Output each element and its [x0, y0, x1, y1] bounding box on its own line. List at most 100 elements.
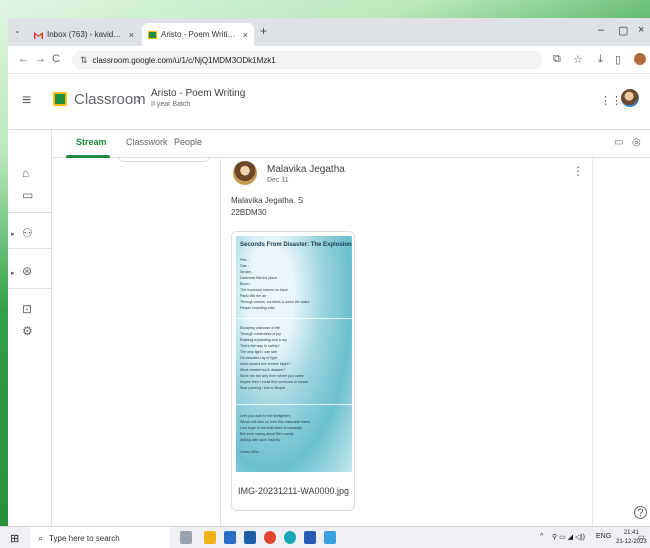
poem-line: Arising with such insanity	[240, 438, 281, 442]
column-divider	[220, 158, 221, 526]
poem-line: Stop pointing ! this is Simple	[240, 386, 286, 390]
maximize-button[interactable]: ▢	[618, 24, 628, 37]
reload-button[interactable]: C	[52, 53, 60, 65]
help-icon[interactable]: ?	[634, 506, 647, 519]
attachment-thumbnail: Seconds From Disaster: The Explosion Fir…	[236, 236, 352, 472]
file-explorer-icon[interactable]	[204, 531, 216, 544]
app-icon[interactable]	[324, 531, 336, 544]
page-divider	[236, 404, 352, 405]
main-menu-icon[interactable]: ≡	[22, 92, 31, 110]
calendar-icon[interactable]: ▭	[614, 137, 623, 148]
close-tab-icon[interactable]: ×	[129, 30, 134, 40]
column-divider	[592, 158, 593, 526]
install-app-icon[interactable]: ⧉	[553, 53, 561, 66]
word-icon[interactable]	[304, 531, 316, 544]
stream-main: Malavika Jegatha Dec 11 ⋮ Malavika Jegat…	[52, 158, 650, 526]
url-bar[interactable]: ⇅ classroom.google.com/u/1/c/NjQ1MDM3ODk…	[72, 51, 542, 69]
expand-arrow-icon[interactable]: ▸	[11, 269, 15, 277]
poem-title: Seconds From Disaster: The Explosion	[240, 242, 352, 248]
store-icon[interactable]	[224, 531, 236, 544]
mail-icon[interactable]	[244, 531, 256, 544]
windows-start-icon[interactable]: ⊞	[10, 532, 19, 545]
notification-icon[interactable]: ▭	[638, 533, 645, 541]
bookmark-star-icon[interactable]: ☆	[573, 53, 583, 66]
sidepanel-icon[interactable]: ▯	[615, 53, 621, 66]
archived-classes-icon[interactable]: ⊡	[22, 302, 32, 316]
tab-people[interactable]: People	[174, 137, 202, 147]
enrolled-classes-icon[interactable]: ⊛	[22, 264, 32, 278]
expand-arrow-icon[interactable]: ▸	[11, 230, 15, 238]
poem-line: What created such disaster?	[240, 368, 286, 372]
poem-line: That's the way to safety?	[240, 344, 280, 348]
poem-line: Move me the way from where you came	[240, 374, 304, 378]
post-author: Malavika Jegatha	[267, 164, 345, 175]
post-text-line: 22BDM30	[231, 208, 267, 217]
post-more-options-icon[interactable]: ⋮	[572, 164, 584, 178]
forward-button[interactable]: →	[35, 53, 46, 65]
new-tab-button[interactable]: +	[260, 24, 267, 38]
poem-line: Through cracks, corridors & down the sta…	[240, 300, 310, 304]
gmail-icon	[34, 31, 43, 39]
rail-divider	[8, 288, 52, 289]
post-date: Dec 11	[267, 177, 289, 184]
language-indicator[interactable]: ENG	[596, 533, 611, 540]
poem-signature: Guess Who	[240, 450, 259, 454]
browser-window: ⌄ Inbox (763) - kavideepc15@gm × Aristo …	[8, 18, 650, 526]
address-bar-row: ← → C ⇅ classroom.google.com/u/1/c/NjQ1M…	[8, 46, 650, 74]
poem-line: Whom will take us from this miserable fl…	[240, 420, 311, 424]
home-icon[interactable]: ⌂	[22, 166, 29, 180]
taskbar-search-box[interactable]: ⌕ Type here to search	[30, 527, 170, 548]
task-view-icon[interactable]	[180, 531, 192, 544]
account-avatar[interactable]	[621, 89, 639, 107]
edge-icon[interactable]	[284, 531, 296, 544]
poem-line: Through wilderness of joy	[240, 332, 281, 336]
class-section: II year Batch	[151, 101, 191, 108]
poem-line: Darkness fills the place	[240, 276, 277, 280]
windows-taskbar: ⊞ ⌕ Type here to search ^ ⚲ ▭ ◢ ◁)) ENG …	[0, 526, 650, 548]
tab-strip: ⌄ Inbox (763) - kavideepc15@gm × Aristo …	[8, 18, 650, 46]
poem-line: Escaping unknown of life	[240, 326, 280, 330]
settings-icon[interactable]: ⚙	[22, 324, 33, 338]
browser-tab-gmail[interactable]: Inbox (763) - kavideepc15@gm ×	[28, 23, 140, 46]
site-info-icon[interactable]: ⇅	[80, 55, 88, 66]
classroom-favicon-icon	[148, 30, 157, 39]
poem-line: Let's just wait for the firefighters	[240, 414, 291, 418]
post-author-avatar[interactable]	[233, 161, 257, 185]
app-name[interactable]: Classroom	[74, 91, 146, 108]
poem-line: Boom...	[240, 282, 253, 286]
back-button[interactable]: ←	[18, 53, 29, 65]
poem-line: Smoke...	[240, 270, 255, 274]
browser-tab-classroom[interactable]: Aristo - Poem Writing II year Ba ×	[142, 23, 254, 46]
close-window-button[interactable]: ×	[638, 24, 644, 36]
chrome-icon[interactable]	[264, 531, 276, 544]
calendar-nav-icon[interactable]: ▭	[22, 188, 33, 202]
poem-line: People crowding exits	[240, 306, 275, 310]
previous-card-edge	[118, 158, 210, 162]
poem-line: But soon caring about life's sanity	[240, 432, 294, 436]
poem-line: Fire....	[240, 258, 251, 262]
tray-overflow-icon[interactable]: ^	[540, 533, 543, 540]
attachment-card[interactable]: Seconds From Disaster: The Explosion Fir…	[231, 231, 355, 511]
tab-stream[interactable]: Stream	[76, 137, 107, 147]
search-placeholder: Type here to search	[49, 533, 120, 543]
class-title[interactable]: Aristo - Poem Writing	[151, 88, 245, 99]
profile-avatar-icon[interactable]	[634, 53, 646, 65]
tray-icons[interactable]: ⚲ ▭ ◢ ◁))	[552, 533, 585, 541]
poem-line: The only light I can see	[240, 350, 277, 354]
drive-folder-icon[interactable]: ◎	[632, 137, 641, 148]
poem-line: Lost hope in the bold deed of humanity	[240, 426, 302, 430]
poem-line: Oh beautiful ray of light	[240, 356, 277, 360]
teaching-people-icon[interactable]: ⚇	[22, 226, 33, 240]
attachment-file-name[interactable]: IMG-20231211-WA0000.jpg	[238, 486, 349, 496]
close-tab-icon[interactable]: ×	[243, 30, 248, 40]
minimize-button[interactable]: –	[598, 24, 604, 36]
poem-line: what caused this terrible blight?	[240, 362, 291, 366]
poem-line: Panic fills the air	[240, 294, 267, 298]
tab-title: Aristo - Poem Writing II year Ba	[161, 30, 239, 39]
search-icon: ⌕	[38, 532, 44, 543]
classroom-logo-icon[interactable]	[53, 92, 67, 106]
poem-line: Maybe then I could find someone to blame	[240, 380, 308, 384]
download-icon[interactable]: ⤓	[598, 53, 603, 66]
tab-classwork[interactable]: Classwork	[126, 137, 168, 147]
tab-search-icon[interactable]: ⌄	[14, 26, 21, 35]
